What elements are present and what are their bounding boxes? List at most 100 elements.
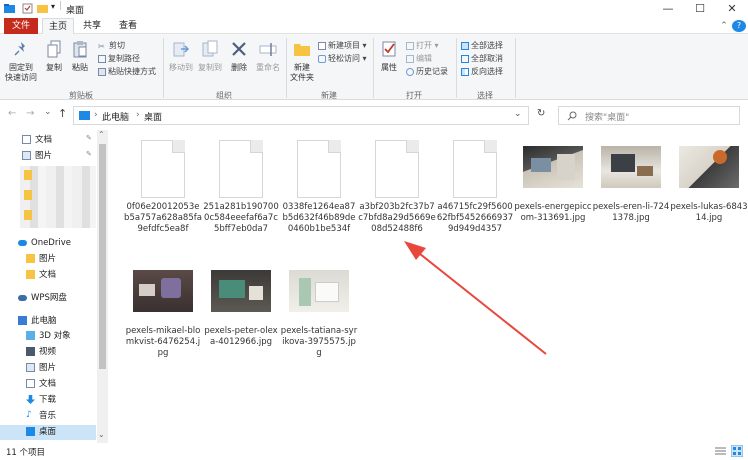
file-item[interactable]: a3bf203b2fc37b7c7bfd8a29d5669e08d52488f6: [358, 140, 436, 235]
sidebar-item-videos[interactable]: 视频: [26, 345, 56, 360]
select-none-button[interactable]: 全部取消: [461, 53, 503, 64]
sidebar-scroll-thumb[interactable]: [99, 144, 106, 369]
sidebar-item-desktop[interactable]: 桌面: [0, 425, 96, 440]
file-item[interactable]: pexels-eren-li-7241378.jpg: [592, 140, 670, 224]
sidebar-item-3d-objects[interactable]: 3D 对象: [26, 329, 71, 344]
paste-shortcut-button[interactable]: 粘贴快捷方式: [98, 66, 156, 77]
details-view-icon[interactable]: [715, 446, 726, 456]
recent-locations-dropdown[interactable]: ⌄: [44, 107, 52, 117]
copy-to-button[interactable]: 复制到: [196, 40, 224, 73]
sidebar-item-label: 桌面: [39, 427, 57, 437]
ribbon-divider: [373, 38, 374, 98]
tab-home[interactable]: 主页: [42, 18, 74, 34]
open-button[interactable]: 打开 ▾: [406, 40, 439, 51]
edit-button[interactable]: 编辑: [406, 53, 432, 64]
rename-icon: [259, 43, 277, 56]
scroll-down-icon[interactable]: ⌄: [98, 430, 105, 439]
edit-icon: [406, 54, 414, 63]
sidebar-item-this-pc[interactable]: 此电脑: [18, 314, 57, 329]
file-item[interactable]: a46715fc29f560062fbf54526669379d949d4357: [436, 140, 514, 235]
properties-label: 属性: [381, 63, 397, 72]
history-button[interactable]: 历史记录: [406, 66, 448, 77]
ribbon-divider: [515, 38, 516, 98]
back-button[interactable]: ←: [8, 108, 16, 119]
cut-button[interactable]: ✂ 剪切: [98, 40, 125, 51]
download-icon: [26, 395, 35, 404]
paste-icon: [73, 41, 87, 58]
paste-button[interactable]: 粘贴: [68, 40, 92, 73]
sidebar-item-documents[interactable]: 文档: [26, 377, 56, 392]
pin-icon: ✎: [86, 150, 92, 158]
new-folder-button[interactable]: 新建 文件夹: [288, 40, 316, 83]
sidebar-item-onedrive-documents[interactable]: 文档: [26, 268, 56, 283]
large-icons-view-icon[interactable]: [731, 445, 743, 457]
file-item[interactable]: pexels-energepiccom-313691.jpg: [514, 140, 592, 224]
sidebar-item-pictures-pinned[interactable]: 图片: [22, 149, 52, 164]
breadcrumb-sep: ›: [94, 110, 98, 120]
properties-button[interactable]: 属性: [376, 40, 402, 73]
search-icon: [567, 111, 577, 121]
file-item[interactable]: 0338fe1264ea87b5d632f46b89de0460b1be534f: [280, 140, 358, 235]
search-input[interactable]: 搜索"桌面": [558, 106, 740, 125]
address-bar[interactable]: › 此电脑 › 桌面 ⌄: [73, 106, 529, 125]
sidebar-item-downloads[interactable]: 下载: [26, 393, 56, 408]
sidebar-item-onedrive[interactable]: OneDrive: [18, 236, 71, 251]
file-item[interactable]: pexels-peter-olexa-4012966.jpg: [202, 264, 280, 348]
annotation-arrow: [404, 241, 547, 355]
tab-file[interactable]: 文件: [4, 18, 38, 34]
rename-button[interactable]: 重命名: [253, 40, 283, 73]
new-item-button[interactable]: 新建项目 ▾: [318, 40, 367, 51]
address-history-dropdown[interactable]: ⌄: [514, 109, 522, 119]
sidebar-item-label: 音乐: [39, 411, 57, 421]
breadcrumb-sep: ›: [136, 110, 140, 120]
breadcrumb-this-pc[interactable]: 此电脑: [102, 110, 129, 123]
title-bar: ▾ | 桌面 — ☐ ✕: [0, 0, 748, 18]
file-name: a46715fc29f560062fbf54526669379d949d4357: [436, 202, 514, 234]
cut-label: 剪切: [109, 41, 125, 50]
select-none-icon: [461, 54, 469, 63]
quick-access-dropdown-icon[interactable]: ▾: [51, 2, 55, 13]
select-all-button[interactable]: 全部选择: [461, 40, 503, 51]
sidebar-item-music[interactable]: ♪ 音乐: [26, 409, 56, 424]
easy-access-button[interactable]: 轻松访问 ▾: [318, 53, 367, 64]
sidebar-item-label: 图片: [39, 254, 57, 264]
copy-label: 复制: [46, 63, 62, 72]
move-to-button[interactable]: 移动到: [167, 40, 195, 73]
refresh-button[interactable]: ↻: [537, 108, 545, 119]
invert-selection-button[interactable]: 反向选择: [461, 66, 503, 77]
file-item[interactable]: pexels-mikael-blomkvist-6476254.jpg: [124, 264, 202, 359]
file-item[interactable]: pexels-lukas-684314.jpg: [670, 140, 748, 224]
forward-button[interactable]: →: [26, 108, 34, 119]
up-button[interactable]: ↑: [58, 107, 67, 120]
collapse-ribbon-icon[interactable]: ⌃: [718, 18, 730, 34]
tab-view[interactable]: 查看: [110, 18, 146, 34]
delete-button[interactable]: 删除: [227, 40, 251, 73]
tab-share[interactable]: 共享: [76, 18, 108, 34]
close-button[interactable]: ✕: [716, 0, 748, 18]
pin-to-quick-access-button[interactable]: 固定到 快速访问: [2, 40, 40, 83]
breadcrumb-desktop[interactable]: 桌面: [144, 110, 162, 123]
sidebar-item-pictures[interactable]: 图片: [26, 361, 56, 376]
new-folder-quick-icon[interactable]: [37, 3, 48, 14]
minimize-button[interactable]: —: [652, 0, 684, 18]
copy-path-button[interactable]: 复制路径: [98, 53, 140, 64]
sidebar-item-documents-pinned[interactable]: 文档: [22, 133, 52, 148]
blank-file-icon: [289, 140, 349, 200]
cube-icon: [26, 331, 35, 340]
help-icon[interactable]: ?: [732, 20, 746, 32]
sidebar-item-label: 文档: [39, 270, 57, 280]
delete-label: 删除: [231, 63, 247, 72]
maximize-button[interactable]: ☐: [684, 0, 716, 18]
clipboard-group-label: 剪贴板: [69, 91, 93, 100]
sidebar-item-wps-drive[interactable]: WPS网盘: [18, 291, 67, 306]
sidebar-item-onedrive-pictures[interactable]: 图片: [26, 252, 56, 267]
image-thumbnail: [679, 140, 739, 200]
open-icon: [406, 41, 414, 50]
file-item[interactable]: 251a281b1907000c584eeefaf6a7c5bff7eb0da7: [202, 140, 280, 235]
scroll-up-icon[interactable]: ⌃: [98, 130, 105, 139]
copy-button[interactable]: 复制: [42, 40, 66, 73]
file-item[interactable]: 0f06e20012053eb5a757a628a85fa9efdfc5ea8f: [124, 140, 202, 235]
copy-path-icon: [98, 54, 106, 63]
file-item[interactable]: pexels-tatiana-syrikova-3975575.jpg: [280, 264, 358, 359]
properties-quick-icon[interactable]: [22, 3, 33, 14]
